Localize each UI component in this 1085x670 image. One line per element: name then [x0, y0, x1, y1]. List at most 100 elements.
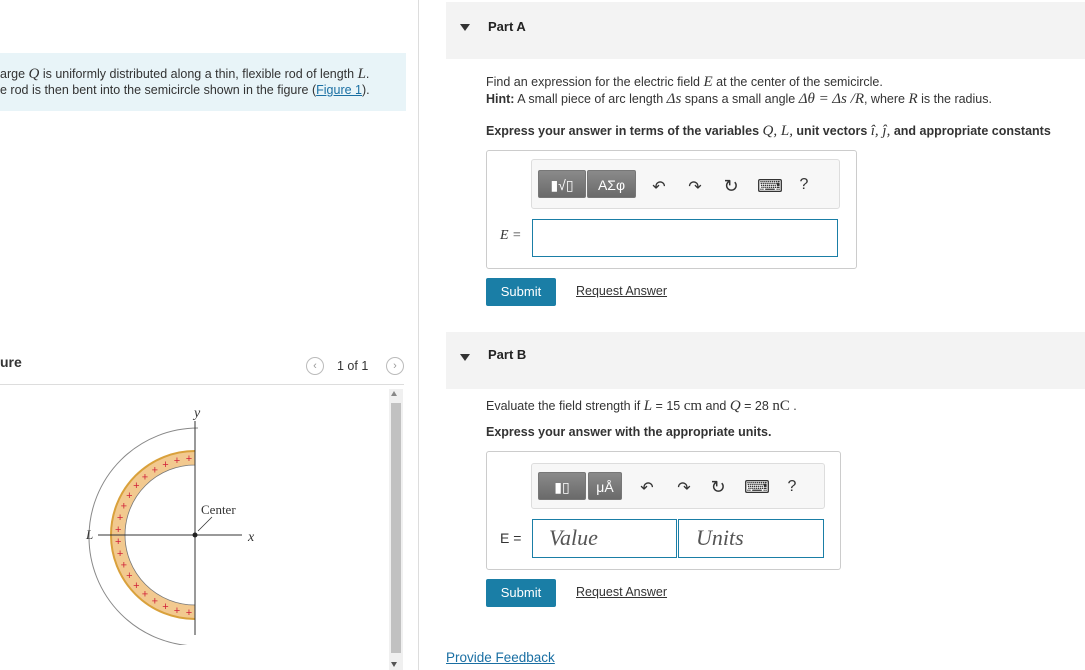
var-q: Q	[729, 398, 741, 414]
part-a-answer-input[interactable]	[532, 219, 838, 257]
reset-icon[interactable]: ↻	[721, 176, 741, 197]
plus-charge-sign: +	[115, 524, 121, 536]
help-icon[interactable]: ?	[794, 176, 814, 194]
hint-text: is the radius.	[917, 92, 992, 106]
plus-charge-sign: +	[186, 607, 192, 619]
plus-charge-sign: +	[115, 536, 121, 548]
part-b-header[interactable]: Part B	[446, 332, 1085, 389]
hint-text: A small piece of arc length	[514, 92, 667, 106]
part-a-header[interactable]: Part A	[446, 2, 1085, 59]
reset-icon[interactable]: ↻	[708, 477, 728, 498]
answer-label-e: E =	[500, 530, 522, 546]
collapse-caret-icon[interactable]	[460, 24, 470, 31]
plus-charge-sign: +	[133, 580, 139, 592]
problem-intro: arge Q is uniformly distributed along a …	[0, 53, 406, 111]
hint-text: spans a small angle	[681, 92, 799, 106]
panel-divider	[418, 0, 419, 670]
prev-figure-button[interactable]: ‹	[306, 357, 324, 375]
plus-charge-sign: +	[174, 605, 180, 617]
value-input[interactable]: Value	[532, 519, 677, 558]
question-text: = 28	[740, 399, 773, 413]
units-button[interactable]: μÅ	[588, 472, 622, 500]
plus-charge-sign: +	[152, 596, 158, 608]
scroll-down-arrow[interactable]	[391, 662, 397, 667]
instruction-text: and appropriate constants	[890, 124, 1051, 138]
value-placeholder: Value	[549, 525, 598, 550]
units-input[interactable]: Units	[678, 519, 824, 558]
part-a-submit-button[interactable]: Submit	[486, 278, 556, 306]
var-q: Q	[28, 66, 40, 82]
scroll-up-arrow[interactable]	[391, 391, 397, 396]
units-placeholder: Units	[696, 525, 744, 550]
figure-link[interactable]: Figure 1	[316, 83, 362, 97]
keyboard-icon[interactable]: ⌨	[757, 176, 783, 197]
plus-charge-sign: +	[126, 570, 132, 582]
plus-charge-sign: +	[162, 459, 168, 471]
units-toolbar: ▮▯ μÅ ↶ ↷ ↻ ⌨ ?	[531, 463, 825, 509]
part-b-title: Part B	[488, 347, 527, 362]
part-b-submit-button[interactable]: Submit	[486, 579, 556, 607]
center-label: Center	[201, 502, 236, 517]
answer-label-e: E =	[500, 228, 522, 243]
plus-charge-sign: +	[117, 512, 123, 524]
plus-charge-sign: +	[133, 480, 139, 492]
templates-button[interactable]: ▮▯	[538, 472, 586, 500]
part-a-instructions: Express your answer in terms of the vari…	[486, 123, 1051, 140]
keyboard-icon[interactable]: ⌨	[744, 477, 770, 498]
instruction-text: unit vectors	[792, 124, 871, 138]
question-text: at the center of the semicircle.	[712, 75, 883, 89]
part-a-hint: Hint: A small piece of arc length Δs spa…	[486, 91, 992, 108]
plus-charge-sign: +	[142, 471, 148, 483]
unit-cm: cm	[683, 398, 703, 414]
figure-divider	[0, 384, 404, 385]
plus-charge-sign: +	[186, 453, 192, 465]
var-l: L	[357, 66, 366, 82]
part-a-answer-box: ▮√▯ ΑΣφ ↶ ↷ ↻ ⌨ ? E =	[486, 150, 857, 269]
intro-line-1: arge Q is uniformly distributed along a …	[0, 66, 369, 83]
figure-header: ure	[0, 354, 22, 370]
hint-label: Hint:	[486, 92, 515, 106]
help-icon[interactable]: ?	[782, 478, 802, 496]
greek-symbols-button[interactable]: ΑΣφ	[587, 170, 636, 198]
question-text: Evaluate the field strength if	[486, 399, 644, 413]
intro-text: arge	[0, 67, 29, 81]
part-b-question: Evaluate the field strength if L = 15 cm…	[486, 398, 797, 415]
figure-pager-count: 1 of 1	[337, 359, 369, 373]
part-b-request-answer-link[interactable]: Request Answer	[576, 585, 667, 599]
next-figure-button[interactable]: ›	[386, 357, 404, 375]
var-ds: Δs	[666, 91, 682, 107]
var-e-vector: E	[703, 74, 713, 90]
instruction-text: Express your answer in terms of the vari…	[486, 124, 763, 138]
undo-icon[interactable]: ↶	[649, 177, 669, 197]
plus-charge-sign: +	[117, 548, 123, 560]
plus-charge-sign: +	[174, 455, 180, 467]
redo-icon[interactable]: ↷	[674, 478, 694, 498]
part-a-request-answer-link[interactable]: Request Answer	[576, 284, 667, 298]
part-b-instructions: Express your answer with the appropriate…	[486, 425, 772, 439]
center-pointer	[197, 516, 213, 532]
var-r: R	[908, 91, 918, 107]
hint-text: , where	[863, 92, 909, 106]
l-label: L	[85, 527, 93, 542]
collapse-caret-icon[interactable]	[460, 354, 470, 361]
instruction-unit-vectors: î, ĵ,	[870, 123, 891, 139]
part-b-answer-box: ▮▯ μÅ ↶ ↷ ↻ ⌨ ? E = Value Units	[486, 451, 841, 570]
unit-nc: nC	[772, 398, 790, 414]
undo-icon[interactable]: ↶	[637, 478, 657, 498]
question-text: Find an expression for the electric fiel…	[486, 75, 704, 89]
redo-icon[interactable]: ↷	[685, 177, 705, 197]
scrollbar-thumb[interactable]	[391, 403, 401, 653]
instruction-vars: Q, L,	[762, 123, 793, 139]
x-axis-label: x	[247, 530, 255, 545]
intro-text: e rod is then bent into the semicircle s…	[0, 83, 317, 97]
plus-charge-sign: +	[121, 501, 127, 513]
math-templates-button[interactable]: ▮√▯	[538, 170, 586, 198]
intro-text: is uniformly distributed along a thin, f…	[39, 67, 358, 81]
plus-charge-sign: +	[152, 464, 158, 476]
plus-charge-sign: +	[162, 601, 168, 613]
intro-text: ).	[362, 83, 370, 97]
question-text: .	[789, 399, 797, 413]
hint-equation: Δθ = Δs /R	[798, 91, 864, 107]
part-a-question: Find an expression for the electric fiel…	[486, 74, 883, 91]
provide-feedback-link[interactable]: Provide Feedback	[446, 650, 555, 665]
